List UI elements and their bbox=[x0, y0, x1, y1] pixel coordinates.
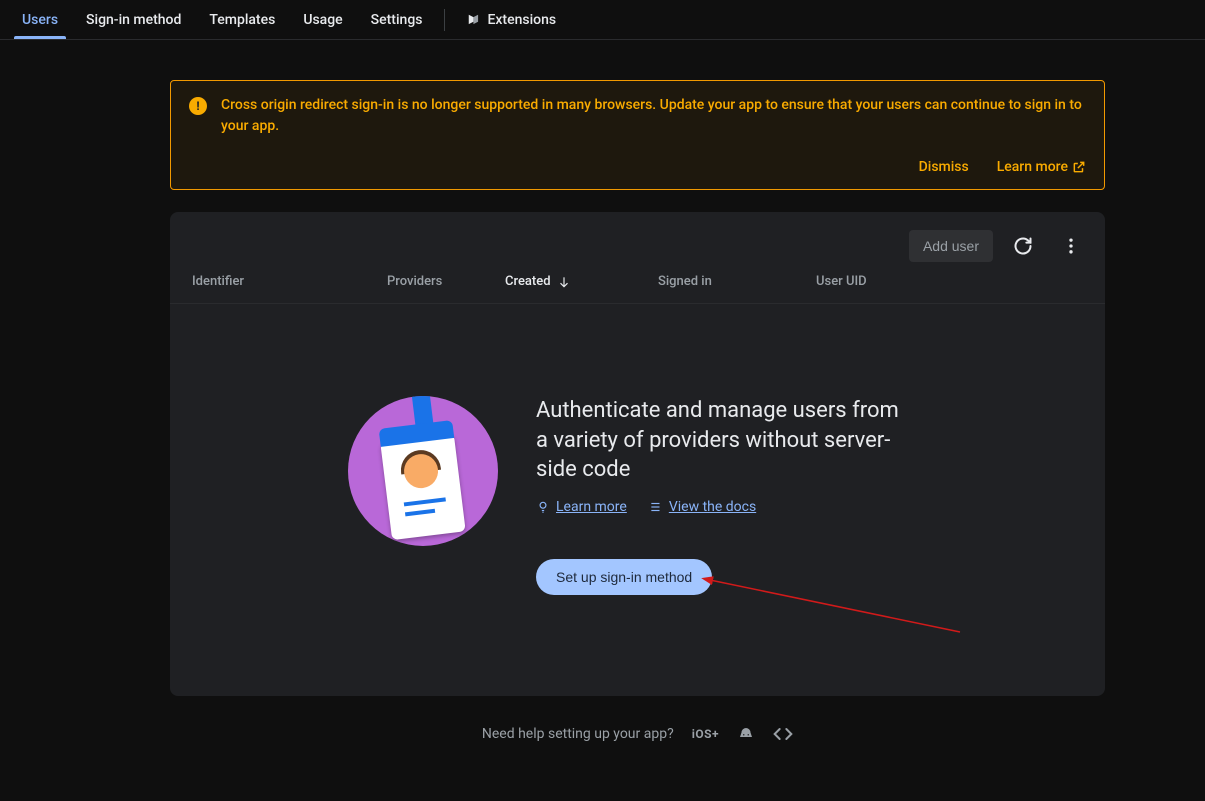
kebab-icon bbox=[1061, 236, 1081, 256]
tab-users[interactable]: Users bbox=[8, 0, 72, 39]
tab-usage[interactable]: Usage bbox=[289, 0, 356, 39]
add-user-label: Add user bbox=[923, 238, 979, 254]
empty-state: Authenticate and manage users from a var… bbox=[170, 304, 1105, 665]
tab-settings[interactable]: Settings bbox=[357, 0, 437, 39]
docs-icon bbox=[649, 500, 663, 514]
tab-label: Settings bbox=[371, 12, 423, 28]
dismiss-label: Dismiss bbox=[919, 159, 969, 175]
empty-illustration bbox=[348, 396, 498, 546]
column-providers[interactable]: Providers bbox=[387, 274, 505, 289]
tab-signin-method[interactable]: Sign-in method bbox=[72, 0, 195, 39]
refresh-button[interactable] bbox=[1005, 228, 1041, 264]
footer-help-text: Need help setting up your app? bbox=[482, 726, 674, 742]
external-link-icon bbox=[1072, 160, 1086, 174]
tab-separator bbox=[444, 9, 445, 31]
card-toolbar: Add user bbox=[170, 212, 1105, 274]
setup-signin-label: Set up sign-in method bbox=[556, 569, 692, 585]
learn-more-link[interactable]: Learn more bbox=[997, 159, 1086, 175]
setup-signin-button[interactable]: Set up sign-in method bbox=[536, 559, 712, 595]
learn-more-label: Learn more bbox=[997, 159, 1068, 175]
column-identifier[interactable]: Identifier bbox=[192, 274, 387, 289]
platform-web-button[interactable] bbox=[773, 724, 793, 744]
tab-label: Sign-in method bbox=[86, 12, 181, 28]
empty-learn-more-link[interactable]: Learn more bbox=[536, 499, 627, 515]
extensions-icon bbox=[467, 13, 481, 27]
tab-label: Usage bbox=[303, 12, 342, 28]
warning-text: Cross origin redirect sign-in is no long… bbox=[221, 95, 1086, 137]
add-user-button[interactable]: Add user bbox=[909, 230, 993, 262]
warning-icon: ! bbox=[189, 97, 207, 115]
overflow-menu-button[interactable] bbox=[1053, 228, 1089, 264]
tab-extensions[interactable]: Extensions bbox=[453, 0, 570, 39]
platform-android-button[interactable] bbox=[737, 725, 755, 743]
code-icon bbox=[773, 724, 793, 744]
sort-descending-icon bbox=[557, 275, 571, 289]
platform-ios-button[interactable]: iOS+ bbox=[692, 727, 719, 741]
tab-bar: Users Sign-in method Templates Usage Set… bbox=[0, 0, 1205, 40]
tab-templates[interactable]: Templates bbox=[195, 0, 289, 39]
lightbulb-icon bbox=[536, 500, 550, 514]
empty-headline: Authenticate and manage users from a var… bbox=[536, 396, 906, 485]
refresh-icon bbox=[1013, 236, 1033, 256]
warning-banner: ! Cross origin redirect sign-in is no lo… bbox=[170, 80, 1105, 190]
tab-label: Templates bbox=[209, 12, 275, 28]
tab-label: Users bbox=[22, 12, 58, 28]
column-created[interactable]: Created bbox=[505, 274, 658, 289]
users-card: Add user Identifier Providers Created bbox=[170, 212, 1105, 696]
column-signed-in[interactable]: Signed in bbox=[658, 274, 816, 289]
dismiss-button[interactable]: Dismiss bbox=[919, 159, 969, 175]
empty-view-docs-link[interactable]: View the docs bbox=[649, 499, 756, 515]
column-user-uid[interactable]: User UID bbox=[816, 274, 1083, 289]
android-icon bbox=[737, 725, 755, 743]
table-header: Identifier Providers Created Signed in U… bbox=[170, 274, 1105, 304]
footer: Need help setting up your app? iOS+ bbox=[170, 724, 1105, 744]
tab-label: Extensions bbox=[487, 12, 556, 28]
